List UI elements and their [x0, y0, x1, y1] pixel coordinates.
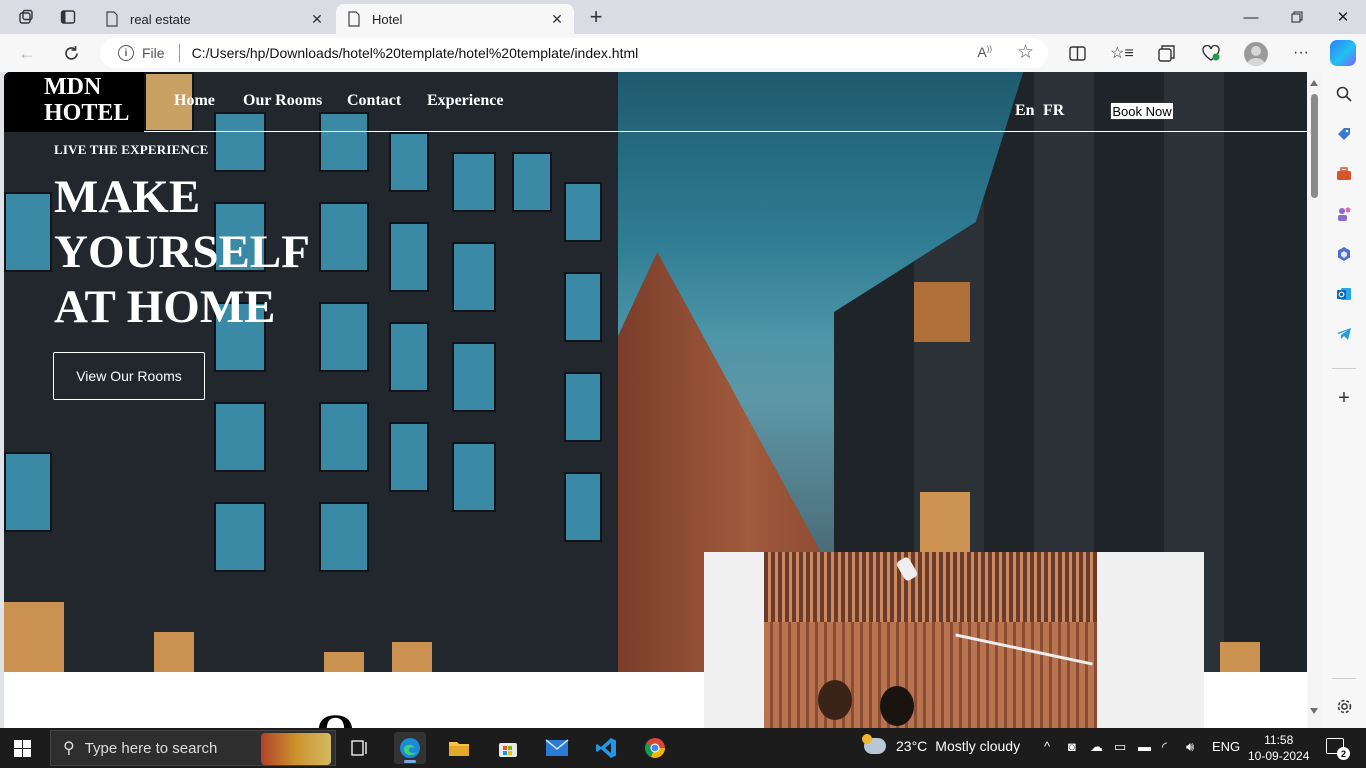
- page-scrollbar[interactable]: [1307, 72, 1322, 728]
- minimize-icon[interactable]: —: [1228, 4, 1274, 30]
- system-clock[interactable]: 11:58 10-09-2024: [1248, 732, 1309, 764]
- notifications-icon[interactable]: 2: [1326, 738, 1350, 760]
- weather-widget[interactable]: 23°C Mostly cloudy: [862, 734, 1021, 754]
- book-now-button[interactable]: Book Now: [1110, 102, 1174, 120]
- tab-actions-icon[interactable]: [56, 6, 80, 28]
- nav-home[interactable]: Home: [174, 92, 215, 110]
- scroll-up-icon[interactable]: [1310, 80, 1318, 86]
- search-icon: ⚲: [63, 740, 75, 757]
- windows-start-icon[interactable]: [14, 740, 31, 757]
- lobby-photo-card: [704, 552, 1204, 728]
- close-window-icon[interactable]: ✕: [1320, 4, 1366, 30]
- windows-taskbar: ⚲ Type here to search 23°C Mostly cloudy…: [0, 728, 1366, 768]
- tab-strip: real estate ✕ Hotel ✕ + — ✕: [0, 0, 1366, 34]
- notification-count: 2: [1337, 747, 1350, 760]
- lobby-photo: [764, 552, 1097, 728]
- section-heading-partial: O: [316, 702, 355, 728]
- more-icon[interactable]: ···: [1288, 41, 1314, 65]
- onedrive-cloud-icon[interactable]: ☁: [1090, 739, 1103, 755]
- divider: [178, 44, 180, 62]
- workspaces-icon[interactable]: [14, 6, 38, 28]
- page-icon: [104, 11, 120, 27]
- close-tab-icon[interactable]: ✕: [308, 10, 326, 28]
- search-icon[interactable]: [1334, 84, 1354, 104]
- hero-tagline: LIVE THE EXPERIENCE: [54, 142, 209, 157]
- chrome-icon[interactable]: [639, 732, 671, 764]
- profile-avatar[interactable]: [1244, 42, 1268, 66]
- site-header: MDN HOTEL Home Our Rooms Contact Experie…: [4, 72, 1307, 132]
- restore-icon[interactable]: [1274, 4, 1320, 30]
- office-icon[interactable]: [1334, 244, 1354, 264]
- wifi-icon[interactable]: ◜: [1162, 739, 1167, 755]
- back-arrow-icon[interactable]: ←: [14, 41, 40, 65]
- taskbar-search-input[interactable]: ⚲ Type here to search: [50, 730, 336, 766]
- search-highlight-image: [261, 733, 331, 765]
- split-screen-icon[interactable]: [1064, 41, 1090, 65]
- shopping-tag-icon[interactable]: [1334, 124, 1354, 144]
- browser-toolbar: ← i File C:/Users/hp/Downloads/hotel%20t…: [0, 34, 1366, 72]
- cloudy-weather-icon: [862, 734, 886, 754]
- tab-title: Hotel: [372, 11, 403, 27]
- clock-time: 11:58: [1264, 733, 1294, 747]
- edge-icon[interactable]: [394, 732, 426, 764]
- url-text[interactable]: C:/Users/hp/Downloads/hotel%20template/h…: [192, 45, 639, 61]
- file-explorer-icon[interactable]: [443, 732, 475, 764]
- page-icon: [346, 11, 362, 27]
- camera-icon[interactable]: ◙: [1068, 739, 1076, 754]
- settings-icon[interactable]: [1334, 696, 1354, 716]
- show-hidden-icons-chevron-icon[interactable]: ^: [1044, 739, 1050, 754]
- copilot-icon[interactable]: [1330, 40, 1356, 66]
- close-tab-icon[interactable]: ✕: [548, 10, 566, 28]
- vscode-icon[interactable]: [590, 732, 622, 764]
- view-our-rooms-button[interactable]: View Our Rooms: [53, 352, 205, 400]
- outlook-icon[interactable]: [1334, 284, 1354, 304]
- tab-title: real estate: [130, 11, 191, 27]
- site-logo[interactable]: MDN HOTEL: [4, 72, 144, 132]
- read-aloud-icon[interactable]: A)): [977, 44, 992, 60]
- browser-essentials-icon[interactable]: [1198, 41, 1224, 65]
- site-info-icon[interactable]: i: [118, 45, 134, 61]
- display-icon[interactable]: ▭: [1114, 739, 1126, 755]
- tools-icon[interactable]: [1334, 164, 1354, 184]
- games-icon[interactable]: [1334, 204, 1354, 224]
- nav-our-rooms[interactable]: Our Rooms: [243, 92, 322, 110]
- task-view-icon[interactable]: [344, 732, 376, 764]
- hero-headline: MAKE YOURSELF AT HOME: [54, 171, 309, 333]
- clock-date: 10-09-2024: [1248, 749, 1310, 763]
- nav-contact[interactable]: Contact: [347, 92, 401, 110]
- volume-icon[interactable]: 🔊︎: [1186, 739, 1194, 755]
- language-en[interactable]: En: [1015, 102, 1035, 120]
- weather-temp: 23°C: [896, 738, 928, 754]
- address-bar[interactable]: i File C:/Users/hp/Downloads/hotel%20tem…: [100, 38, 1048, 68]
- nav-experience[interactable]: Experience: [427, 92, 503, 110]
- weather-condition: Mostly cloudy: [935, 738, 1021, 754]
- mail-icon[interactable]: [541, 732, 573, 764]
- store-icon[interactable]: [492, 732, 524, 764]
- favorites-icon[interactable]: ☆≡: [1109, 41, 1135, 65]
- scheme-label: File: [142, 45, 165, 61]
- scroll-down-icon[interactable]: [1310, 708, 1318, 714]
- battery-icon[interactable]: ▬: [1138, 739, 1151, 754]
- new-tab-icon[interactable]: +: [584, 4, 608, 29]
- tab-hotel[interactable]: Hotel ✕: [336, 4, 574, 34]
- divider: [1332, 368, 1356, 369]
- add-icon[interactable]: +: [1334, 387, 1354, 409]
- collections-icon[interactable]: [1153, 41, 1179, 65]
- edge-sidebar: +: [1322, 72, 1366, 728]
- search-placeholder: Type here to search: [84, 739, 218, 757]
- page-viewport: MDN HOTEL Home Our Rooms Contact Experie…: [4, 72, 1322, 728]
- tab-real-estate[interactable]: real estate ✕: [94, 4, 334, 34]
- star-icon[interactable]: ☆: [1017, 41, 1034, 64]
- scrollbar-thumb[interactable]: [1311, 94, 1318, 198]
- refresh-icon[interactable]: [58, 41, 84, 65]
- language-fr[interactable]: FR: [1043, 102, 1064, 120]
- divider: [1332, 678, 1356, 679]
- telegram-icon[interactable]: [1334, 324, 1354, 344]
- input-language[interactable]: ENG: [1212, 739, 1240, 754]
